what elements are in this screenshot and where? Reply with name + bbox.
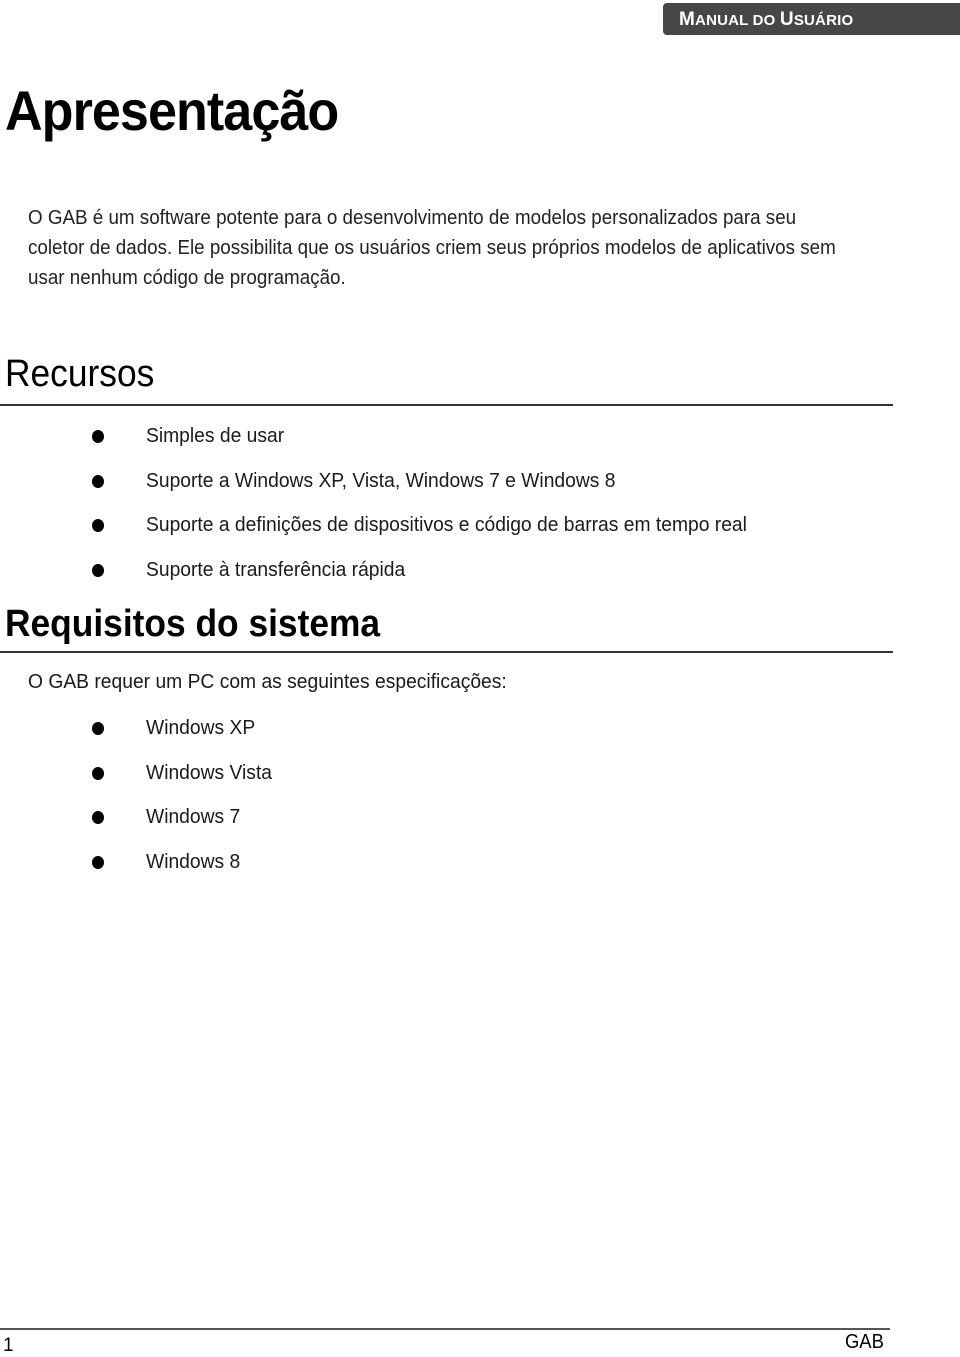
bullet-icon xyxy=(92,519,104,532)
list-item: Windows 7 xyxy=(0,795,280,840)
list-item: Simples de usar xyxy=(0,414,785,459)
bullet-icon xyxy=(92,430,104,443)
header-text-1: ANUAL DO xyxy=(695,12,780,29)
bullet-icon xyxy=(92,766,104,780)
requirements-list: Windows XP Windows Vista Windows 7 Windo… xyxy=(0,706,280,884)
bullet-icon xyxy=(92,563,104,577)
bullet-icon xyxy=(92,722,104,735)
manual-header-tab: MANUAL DO USUÁRIO xyxy=(663,3,960,35)
requirements-intro: O GAB requer um PC com as seguintes espe… xyxy=(28,670,507,693)
list-item: Windows Vista xyxy=(0,751,280,796)
bullet-icon xyxy=(92,474,104,488)
bullet-icon xyxy=(92,855,104,869)
section-divider xyxy=(0,404,893,406)
list-item: Suporte à transferência rápida xyxy=(0,548,785,593)
section-heading-resources: Recursos xyxy=(5,353,155,395)
list-item: Windows XP xyxy=(0,706,280,751)
header-text-2: SUÁRIO xyxy=(793,12,854,29)
footer-divider xyxy=(0,1328,890,1330)
list-item: Suporte a definições de dispositivos e c… xyxy=(0,503,785,548)
resources-list: Simples de usar Suporte a Windows XP, Vi… xyxy=(0,414,785,592)
footer-brand: GAB xyxy=(845,1331,884,1353)
list-item: Suporte a Windows XP, Vista, Windows 7 e… xyxy=(0,459,785,504)
bullet-icon xyxy=(92,811,104,824)
page-title: Apresentação xyxy=(5,79,339,142)
header-cap-u: U xyxy=(779,9,794,30)
section-heading-requirements: Requisitos do sistema xyxy=(5,603,381,645)
section-divider xyxy=(0,651,893,653)
page-number: 1 xyxy=(3,1335,14,1356)
list-item: Windows 8 xyxy=(0,840,280,885)
intro-paragraph: O GAB é um software potente para o desen… xyxy=(28,207,836,289)
header-cap-m: M xyxy=(679,9,696,30)
